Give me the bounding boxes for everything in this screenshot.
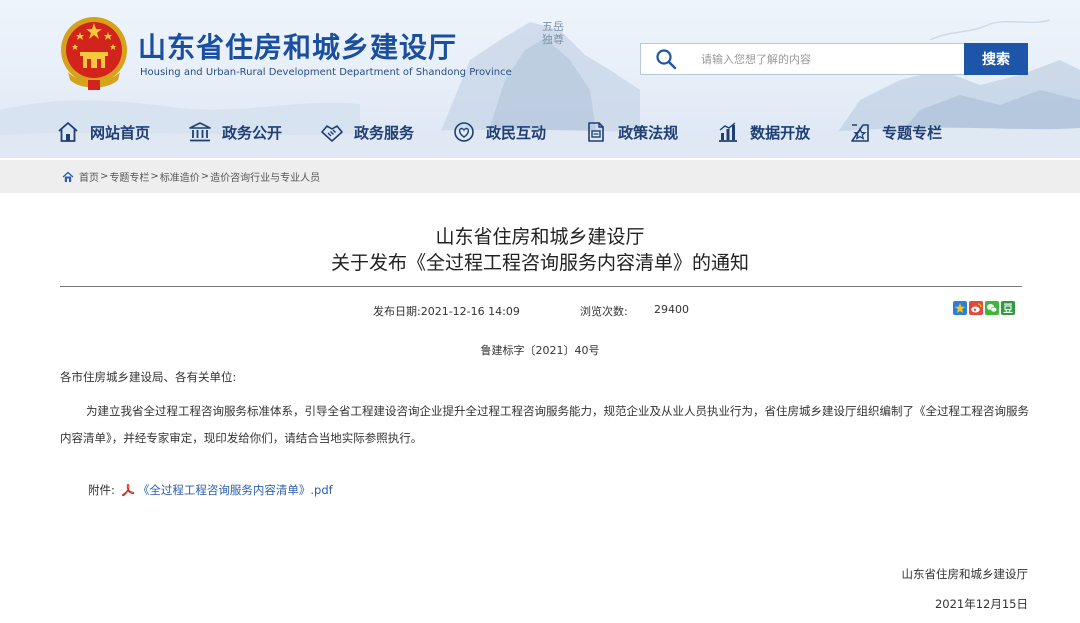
publish-date: 发布日期:2021-12-16 14:09 xyxy=(373,303,520,319)
breadcrumb-separator: > xyxy=(150,171,159,182)
main-nav: 网站首页 政务公开 政务服务 政民互动 政策法规 数据开放 专题专栏 xyxy=(56,117,942,147)
share-icons xyxy=(953,301,1017,315)
nav-item-government-affairs[interactable]: 政务公开 xyxy=(188,120,282,144)
government-building-icon xyxy=(189,122,211,142)
nav-label: 专题专栏 xyxy=(882,123,943,142)
nav-item-home[interactable]: 网站首页 xyxy=(56,120,150,144)
attachment-pdf-link[interactable]: 《全过程工程咨询服务内容清单》.pdf xyxy=(138,482,333,498)
signature-date: 2021年12月15日 xyxy=(934,597,1028,611)
article-title-line2: 关于发布《全过程工程咨询服务内容清单》的通知 xyxy=(330,252,749,274)
nav-label: 网站首页 xyxy=(90,123,151,142)
search-box[interactable] xyxy=(640,43,964,75)
star-folder-icon xyxy=(851,124,869,142)
nav-label: 政务公开 xyxy=(222,123,283,142)
nav-item-government-services[interactable]: 政务服务 xyxy=(320,120,414,144)
breadcrumb-item-cost-consulting[interactable]: 造价咨询行业与专业人员 xyxy=(210,169,320,184)
nav-item-open-data[interactable]: 数据开放 xyxy=(716,120,810,144)
pdf-icon xyxy=(121,483,135,496)
national-emblem-icon[interactable] xyxy=(58,14,130,92)
home-icon xyxy=(62,171,74,182)
nav-item-public-interaction[interactable]: 政民互动 xyxy=(452,120,546,144)
breadcrumb-item-standard-cost[interactable]: 标准造价 xyxy=(160,169,200,184)
heart-chat-icon xyxy=(454,122,474,142)
wechat-icon[interactable] xyxy=(985,301,999,315)
title-divider xyxy=(60,286,1022,287)
search-icon xyxy=(656,49,677,70)
views-label: 浏览次数: xyxy=(580,305,628,318)
publish-date-value: 2021-12-16 14:09 xyxy=(420,305,520,318)
nav-item-policies-regulations[interactable]: 政策法规 xyxy=(584,120,678,144)
breadcrumb-item-home[interactable]: 首页 xyxy=(79,169,99,184)
article-paragraph: 为建立我省全过程工程咨询服务标准体系，引导全省工程建设咨询企业提升全过程工程咨询… xyxy=(60,404,1029,445)
home-icon xyxy=(58,122,78,142)
site-subtitle: Housing and Urban-Rural Development Depa… xyxy=(140,67,512,78)
attachment: 附件: 《全过程工程咨询服务内容清单》.pdf xyxy=(88,482,333,498)
article-title: 山东省住房和城乡建设厅 关于发布《全过程工程咨询服务内容清单》的通知 xyxy=(0,224,1080,276)
views-count: 29400 xyxy=(654,303,689,316)
handshake-icon xyxy=(321,125,343,142)
douban-icon[interactable] xyxy=(1001,301,1015,315)
nav-item-special-topics[interactable]: 专题专栏 xyxy=(848,120,942,144)
issuer-signature: 山东省住房和城乡建设厅 xyxy=(901,567,1029,581)
nav-label: 政策法规 xyxy=(618,123,679,142)
breadcrumb-separator: > xyxy=(100,171,109,182)
search-input[interactable] xyxy=(699,51,939,67)
weibo-icon[interactable] xyxy=(969,301,983,315)
breadcrumb-item-special-topics[interactable]: 专题专栏 xyxy=(109,169,149,184)
attachment-label: 附件: xyxy=(88,483,115,497)
search-button[interactable]: 搜索 xyxy=(964,43,1028,75)
document-icon xyxy=(588,122,604,142)
qzone-icon[interactable] xyxy=(953,301,967,315)
site-header: 山东省住房和城乡建设厅 Housing and Urban-Rural Deve… xyxy=(0,0,1080,158)
article-title-line1: 山东省住房和城乡建设厅 xyxy=(435,226,645,248)
salutation: 各市住房城乡建设局、各有关单位: xyxy=(60,370,237,384)
nav-label: 政民互动 xyxy=(486,123,547,142)
site-title[interactable]: 山东省住房和城乡建设厅 xyxy=(138,26,457,66)
nav-label: 数据开放 xyxy=(750,123,811,142)
publish-date-label: 发布日期: xyxy=(373,305,421,318)
calligraphy-inscription: 五岳独尊 xyxy=(542,20,564,46)
breadcrumb-separator: > xyxy=(200,171,210,182)
bar-chart-icon xyxy=(719,122,738,142)
document-number: 鲁建标字〔2021〕40号 xyxy=(480,344,600,357)
breadcrumb: 首页 > 专题专栏 > 标准造价 > 造价咨询行业与专业人员 xyxy=(0,160,1080,193)
nav-label: 政务服务 xyxy=(354,123,415,142)
